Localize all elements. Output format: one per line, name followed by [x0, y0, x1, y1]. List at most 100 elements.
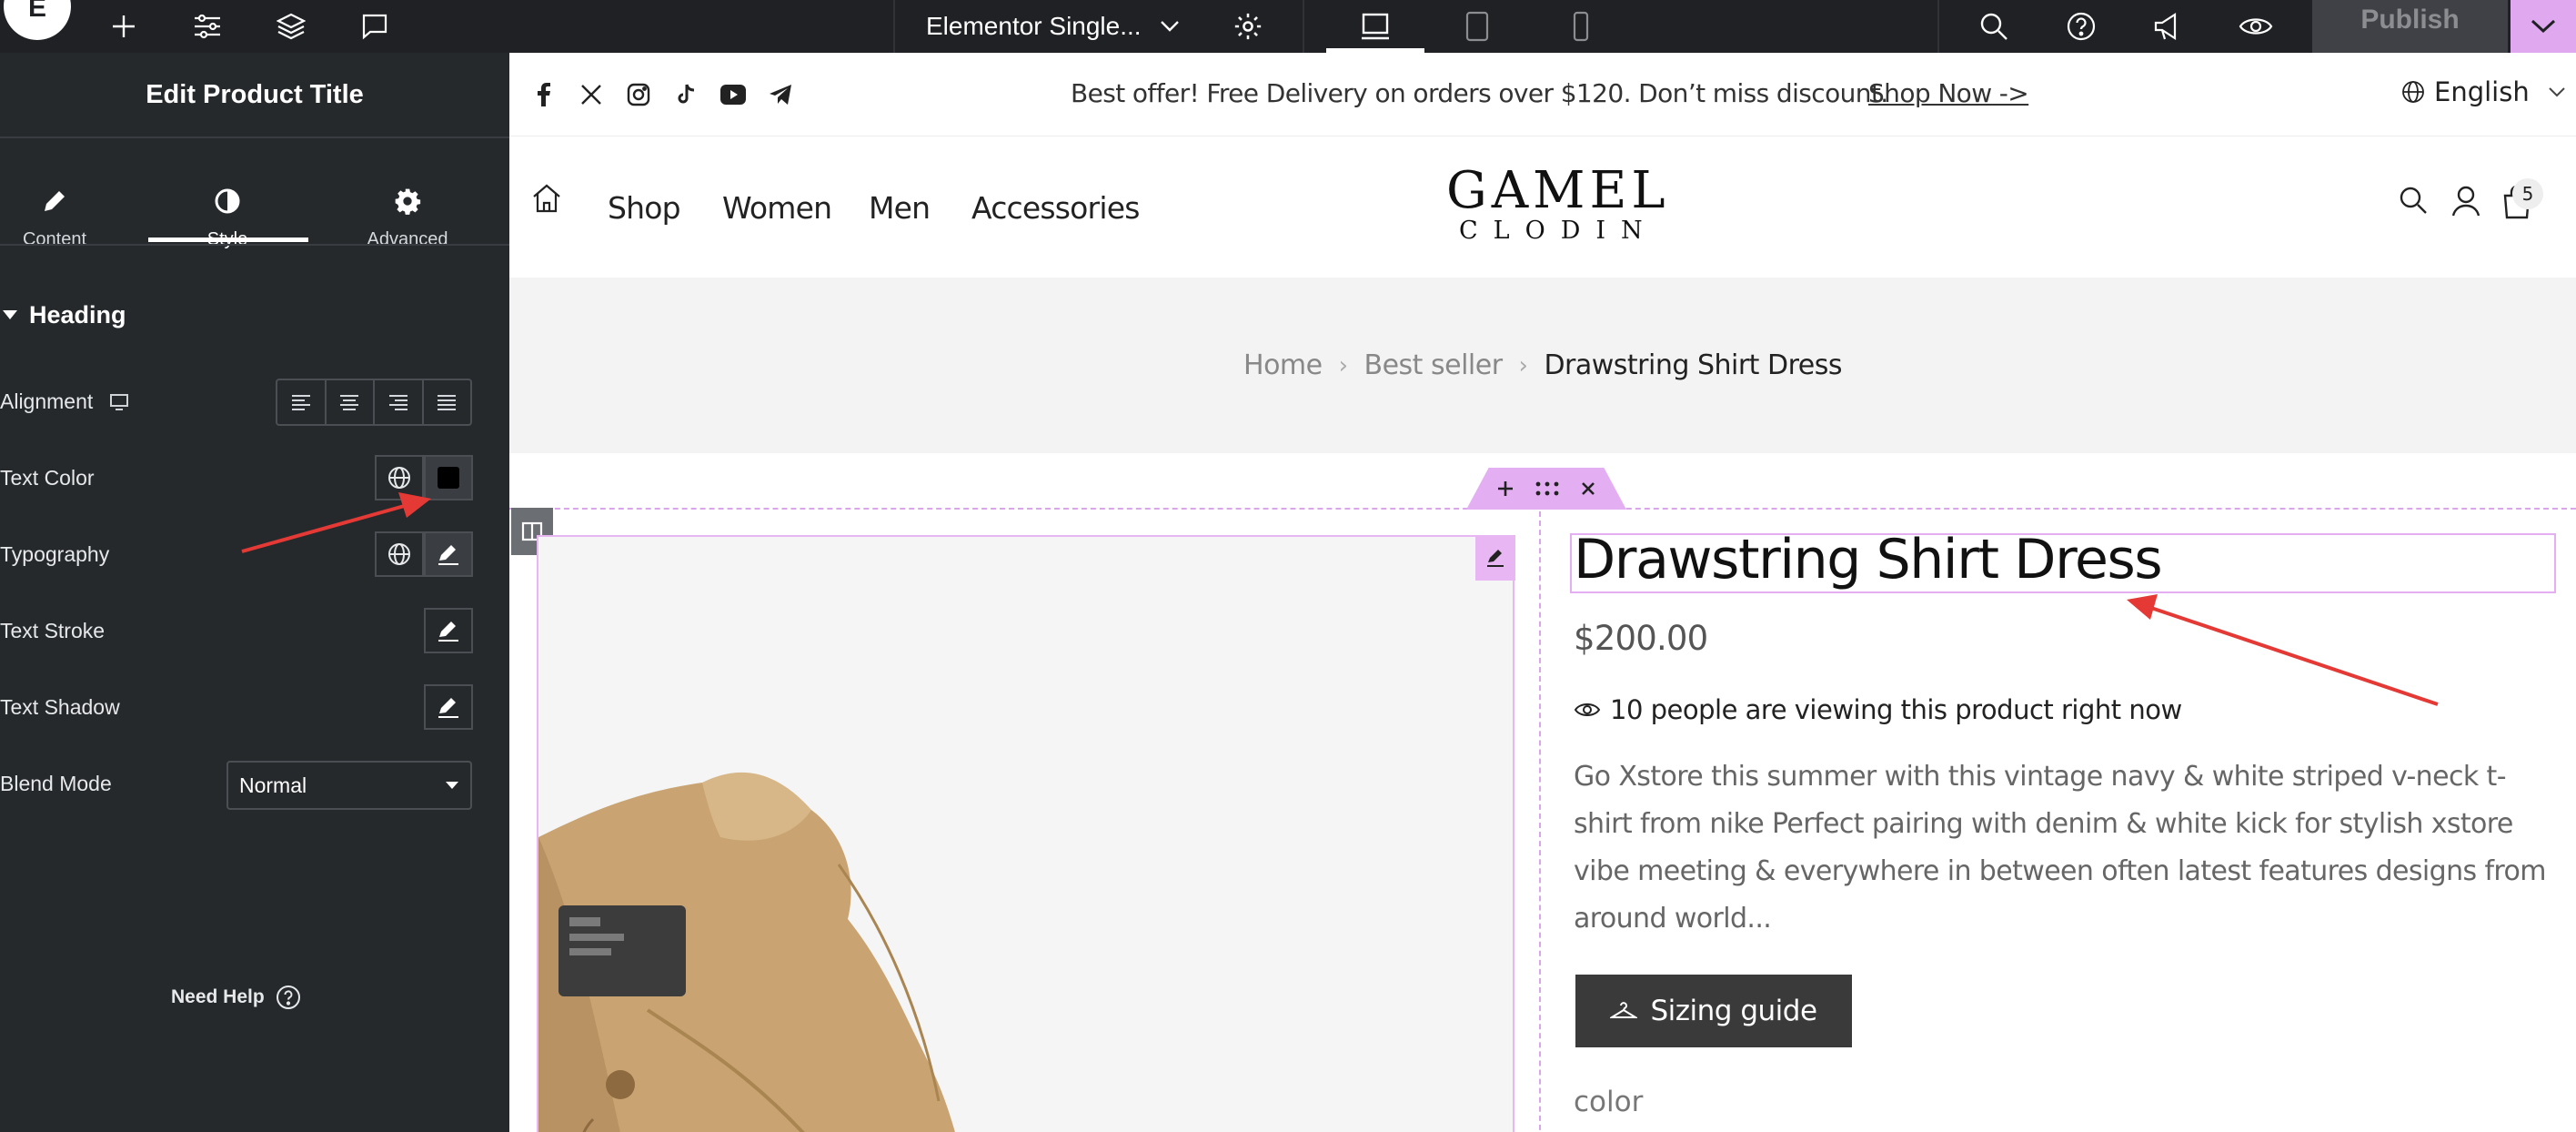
- desktop-device-icon[interactable]: [1350, 0, 1401, 53]
- brand-name: GAMEL: [1446, 161, 1670, 220]
- alignment-control: Alignment: [0, 389, 129, 414]
- heading-section-toggle[interactable]: Heading: [0, 297, 126, 333]
- telegram-icon[interactable]: [766, 80, 795, 109]
- blend-mode-label: Blend Mode: [0, 772, 112, 795]
- comments-icon[interactable]: [349, 0, 400, 53]
- delete-section-icon[interactable]: [1580, 480, 1596, 497]
- add-element-icon[interactable]: [98, 0, 149, 53]
- structure-layers-icon[interactable]: [266, 0, 317, 53]
- hanger-icon: [1610, 1002, 1638, 1018]
- mobile-device-icon[interactable]: [1555, 0, 1606, 53]
- product-description: Go Xstore this summer with this vintage …: [1574, 761, 2546, 935]
- drag-handle-icon[interactable]: [1535, 480, 1560, 497]
- text-color-label: Text Color: [0, 466, 95, 490]
- search-icon[interactable]: [2398, 185, 2429, 216]
- facebook-icon[interactable]: [529, 80, 558, 109]
- site-settings-icon[interactable]: [182, 0, 233, 53]
- whats-new-megaphone-icon[interactable]: [2143, 0, 2194, 53]
- align-left-icon: [291, 395, 310, 410]
- column-divider: [1539, 511, 1541, 1132]
- add-section-icon[interactable]: [1496, 480, 1514, 498]
- viewers-text: 10 people are viewing this product right…: [1610, 694, 2182, 725]
- tab-advanced[interactable]: Advanced: [326, 140, 489, 295]
- align-center-icon: [340, 395, 359, 410]
- product-price: $200.00: [1574, 619, 1708, 658]
- tab-style[interactable]: Style: [146, 140, 309, 295]
- breadcrumb-home[interactable]: Home: [1243, 349, 1323, 381]
- home-icon[interactable]: [531, 183, 562, 214]
- account-user-icon[interactable]: [2450, 185, 2481, 217]
- responsive-desktop-icon[interactable]: [109, 393, 129, 411]
- gear-icon: [393, 186, 422, 217]
- pencil-icon: [438, 698, 458, 718]
- pencil-icon: [438, 622, 458, 642]
- search-icon[interactable]: [1968, 0, 2019, 53]
- breadcrumb-best-seller[interactable]: Best seller: [1364, 349, 1504, 381]
- jacket-product-image: [538, 537, 1513, 1132]
- align-left-button[interactable]: [277, 380, 327, 424]
- instagram-icon[interactable]: [624, 80, 653, 109]
- global-color-button[interactable]: [375, 455, 424, 500]
- preview-eye-icon[interactable]: [2230, 0, 2281, 53]
- text-stroke-label: Text Stroke: [0, 619, 106, 642]
- elementor-logo[interactable]: E: [4, 0, 71, 40]
- eye-icon: [1574, 703, 1601, 716]
- panel-divider: [0, 244, 509, 246]
- x-twitter-icon[interactable]: [577, 80, 606, 109]
- tab-content-label: Content: [22, 228, 87, 249]
- document-title-dropdown[interactable]: Elementor Single...: [926, 0, 1180, 53]
- language-selector[interactable]: English: [2401, 76, 2566, 107]
- need-help-link[interactable]: Need Help: [171, 985, 301, 1010]
- chevron-down-icon: [2549, 87, 2565, 97]
- site-header: Shop Women Men Accessories GAMEL CLODIN …: [509, 137, 2576, 278]
- nav-item-women[interactable]: Women: [722, 190, 832, 226]
- tiktok-icon[interactable]: [671, 80, 700, 109]
- sizing-guide-button[interactable]: Sizing guide: [1575, 975, 1852, 1047]
- tab-content[interactable]: Content: [0, 140, 136, 295]
- caret-down-icon: [446, 782, 458, 789]
- topbar-divider: [893, 0, 895, 53]
- tablet-device-icon[interactable]: [1452, 0, 1503, 53]
- chevron-down-icon: [2531, 19, 2556, 34]
- help-icon[interactable]: [2056, 0, 2107, 53]
- editor-panel: Edit Product Title Content Style Advance…: [0, 53, 509, 1132]
- section-handle[interactable]: [1466, 468, 1626, 510]
- nav-item-accessories[interactable]: Accessories: [971, 190, 1140, 226]
- text-color-swatch[interactable]: [424, 455, 473, 500]
- product-image-gallery[interactable]: [537, 535, 1514, 1132]
- tab-advanced-label: Advanced: [367, 228, 448, 249]
- blend-mode-select[interactable]: Normal: [226, 761, 472, 810]
- publish-button[interactable]: Publish: [2312, 0, 2508, 53]
- panel-title: Edit Product Title: [0, 53, 509, 138]
- announcement-bar: Best offer! Free Delivery on orders over…: [509, 53, 2576, 136]
- align-justify-button[interactable]: [424, 380, 471, 424]
- brand-logo[interactable]: GAMEL CLODIN: [1446, 161, 1670, 245]
- publish-options-button[interactable]: [2511, 0, 2576, 53]
- shop-now-link[interactable]: Shop Now ->: [1868, 78, 2029, 108]
- globe-icon: [2402, 81, 2424, 103]
- editor-top-bar: E Elementor Single... Publish: [0, 0, 2576, 53]
- text-shadow-edit-button[interactable]: [424, 684, 473, 730]
- align-right-button[interactable]: [375, 380, 424, 424]
- align-justify-icon: [438, 395, 457, 410]
- product-title[interactable]: Drawstring Shirt Dress: [1574, 528, 2163, 591]
- globe-icon: [388, 467, 410, 489]
- text-stroke-edit-button[interactable]: [424, 608, 473, 653]
- sizing-guide-label: Sizing guide: [1650, 995, 1817, 1027]
- global-typography-button[interactable]: [375, 531, 424, 577]
- align-center-button[interactable]: [327, 380, 375, 424]
- breadcrumb-separator-icon: ›: [1338, 351, 1348, 379]
- nav-item-shop[interactable]: Shop: [608, 190, 681, 226]
- active-tab-indicator: [148, 238, 308, 242]
- youtube-icon[interactable]: [719, 80, 748, 109]
- nav-item-men[interactable]: Men: [869, 190, 931, 226]
- pencil-icon: [438, 545, 458, 565]
- topbar-divider: [1303, 0, 1304, 53]
- section-heading-label: Heading: [29, 300, 126, 328]
- breadcrumb: Home › Best seller › Drawstring Shirt Dr…: [509, 278, 2576, 453]
- edit-widget-pencil-icon[interactable]: [1475, 535, 1515, 581]
- viewers-notice: 10 people are viewing this product right…: [1574, 694, 2182, 725]
- typography-edit-button[interactable]: [424, 531, 473, 577]
- page-settings-gear-icon[interactable]: [1223, 0, 1273, 53]
- cart-count-badge: 5: [2512, 178, 2543, 209]
